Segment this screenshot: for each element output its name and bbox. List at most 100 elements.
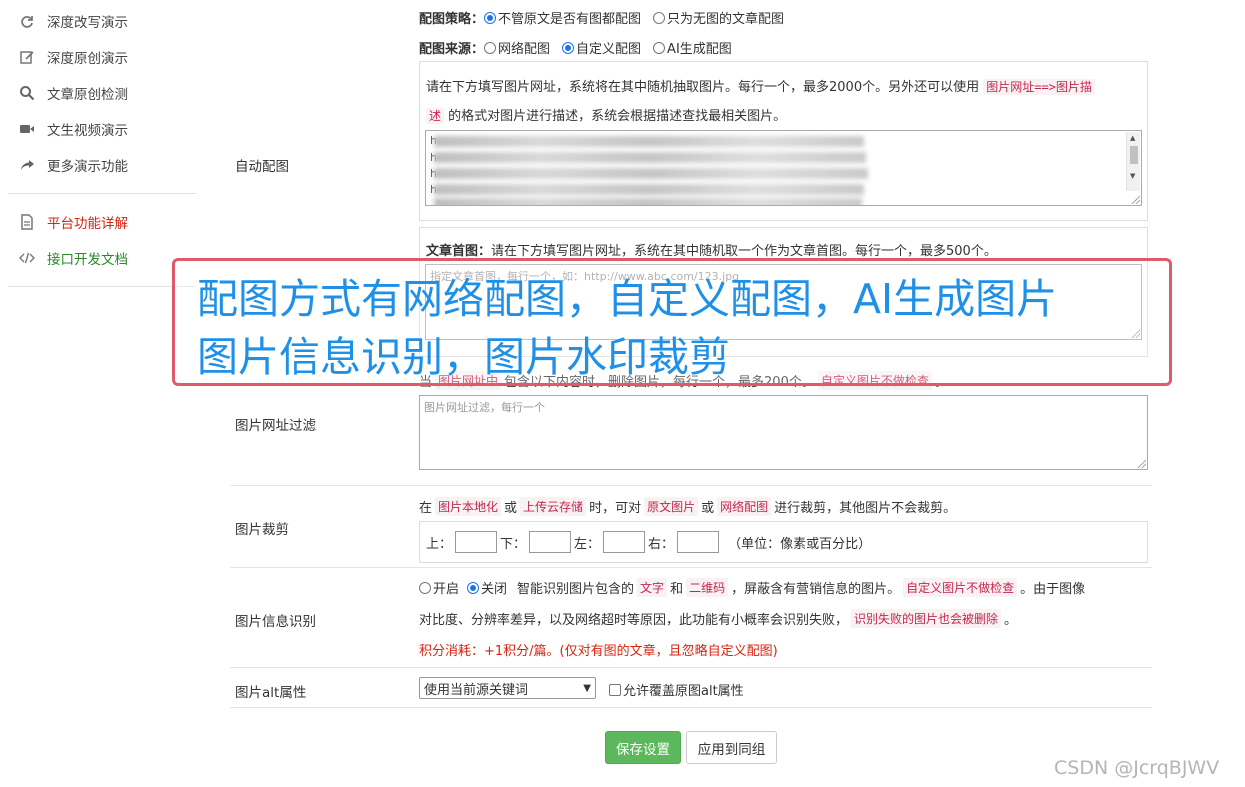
crop-panel: 上： 下： 左： 右： （单位：像素或百分比）: [419, 521, 1148, 563]
sidebar-item-label: 深度原创演示: [47, 51, 128, 67]
recognition-on-label: 开启: [433, 582, 460, 597]
url-filter-placeholder: 图片网址过滤，每行一个: [424, 401, 545, 414]
crop-code-localize: 图片本地化: [435, 497, 502, 516]
code-icon: [18, 249, 36, 267]
row-divider: [230, 707, 1152, 708]
blurred-url: [434, 168, 868, 179]
recognition-code-custom: 自定义图片不做检查: [903, 578, 1018, 597]
save-button[interactable]: 保存设置: [605, 731, 681, 764]
crop-desc: 在 图片本地化 或 上传云存储 时，可对 原文图片 或 网络配图 进行裁剪，其他…: [419, 497, 956, 516]
sidebar-item-video[interactable]: 文生视频演示: [18, 119, 128, 139]
cover-desc-text: 请在下方填写图片网址，系统在其中随机取一个作为文章首图。每行一个，最多500个。: [491, 244, 997, 259]
textarea-scrollbar[interactable]: ▲ ▼: [1126, 132, 1140, 191]
auto-image-desc-text: 请在下方填写图片网址，系统将在其中随机抽取图片。每行一个，最多2000个。另外还…: [426, 80, 980, 95]
url-filter-textarea[interactable]: 图片网址过滤，每行一个: [419, 395, 1148, 470]
crop-top-input[interactable]: [455, 531, 498, 553]
annotation-overlay: 配图方式有网络配图，自定义配图，AI生成图片 图片信息识别，图片水印裁剪: [172, 258, 1172, 386]
scroll-down-icon[interactable]: ▼: [1130, 172, 1135, 180]
sidebar-item-detect[interactable]: 文章原创检测: [18, 83, 128, 103]
watermark: CSDN @JcrqBJWV: [1054, 757, 1220, 779]
annotation-line-2: 图片信息识别，图片水印裁剪: [197, 333, 730, 381]
resize-handle-icon[interactable]: [1130, 194, 1140, 204]
source-row: 配图来源： 网络配图 自定义配图 AI生成配图: [419, 38, 732, 57]
auto-image-label: 自动配图: [235, 159, 289, 175]
auto-image-desc-text-2: 的格式对图片进行描述，系统会根据描述查找最相关图片。: [448, 109, 787, 124]
alt-override: 允许覆盖原图alt属性: [609, 680, 744, 699]
crop-bottom-label: 下：: [500, 536, 527, 552]
resize-handle-icon[interactable]: [1136, 458, 1146, 468]
recognition-line-1: 开启 关闭 智能识别图片包含的 文字 和 二维码 ，屏蔽含有营销信息的图片。 自…: [419, 578, 1085, 597]
crop-desc-end: 进行裁剪，其他图片不会裁剪。: [774, 501, 957, 516]
scroll-thumb[interactable]: [1130, 146, 1138, 164]
strategy-radio-always[interactable]: [484, 11, 497, 24]
alt-override-checkbox[interactable]: [609, 683, 621, 696]
document-icon: [18, 213, 36, 231]
sidebar-link-label: 接口开发文档: [47, 252, 128, 268]
auto-image-code-cont: 述: [426, 108, 445, 124]
source-radio-network[interactable]: [484, 41, 497, 54]
share-icon: [18, 156, 36, 174]
source-option-network: 网络配图: [498, 42, 551, 57]
recognition-on-radio[interactable]: [419, 581, 431, 594]
recognition-off-radio[interactable]: [467, 581, 480, 594]
strategy-option-always: 不管原文是否有图都配图: [498, 12, 642, 27]
chevron-down-icon: ▼: [583, 682, 591, 694]
row-divider: [230, 667, 1152, 668]
sidebar-item-original[interactable]: 深度原创演示: [18, 47, 128, 67]
recognition-code-qr: 二维码: [686, 578, 729, 597]
recognition-off-label: 关闭: [481, 582, 508, 597]
recognition-line-2: 对比度、分辨率差异，以及网络超时等原因，此功能有小概率会识别失败， 识别失败的图…: [419, 609, 1017, 628]
url-filter-label: 图片网址过滤: [235, 418, 316, 434]
sidebar-divider: [8, 286, 196, 287]
blurred-url: [434, 152, 866, 163]
recognition-code-text: 文字: [637, 578, 668, 597]
sidebar-item-rewrite[interactable]: 深度改写演示: [18, 11, 128, 31]
crop-left-input[interactable]: [603, 531, 646, 553]
auto-image-panel: 请在下方填写图片网址，系统将在其中随机抽取图片。每行一个，最多2000个。另外还…: [419, 61, 1148, 221]
crop-desc-mid: 时，可对: [589, 501, 642, 516]
auto-image-desc-1: 请在下方填写图片网址，系统将在其中随机抽取图片。每行一个，最多2000个。另外还…: [426, 76, 1095, 95]
crop-top-label: 上：: [426, 536, 453, 552]
strategy-option-no-image: 只为无图的文章配图: [667, 12, 785, 27]
recognition-code-failed: 识别失败的图片也会被删除: [851, 609, 1002, 628]
source-radio-custom[interactable]: [562, 41, 575, 54]
strategy-label: 配图策略：: [419, 12, 485, 27]
sidebar-item-label: 深度改写演示: [47, 15, 128, 31]
crop-inputs: 上： 下： 左： 右： （单位：像素或百分比）: [426, 531, 871, 553]
alt-source-select[interactable]: 使用当前源关键词 ▼: [419, 677, 596, 699]
blurred-url: [434, 198, 862, 205]
blurred-url: [434, 136, 864, 147]
annotation-line-1: 配图方式有网络配图，自定义配图，AI生成图片: [197, 275, 1058, 323]
crop-bottom-input[interactable]: [529, 531, 572, 553]
recognition-desc-end: 。: [1004, 613, 1018, 628]
blurred-url: [434, 184, 864, 195]
recognition-desc: 智能识别图片包含的: [517, 582, 635, 597]
cover-label: 文章首图：: [426, 244, 492, 259]
crop-right-input[interactable]: [677, 531, 720, 553]
recognition-desc-4: 对比度、分辨率差异，以及网络超时等原因，此功能有小概率会识别失败，: [419, 613, 849, 628]
source-label: 配图来源：: [419, 42, 485, 57]
crop-left-label: 左：: [574, 536, 601, 552]
recognition-desc-2: ，屏蔽含有营销信息的图片。: [731, 582, 901, 597]
crop-or: 或: [504, 501, 518, 516]
source-radio-ai[interactable]: [653, 41, 666, 54]
sidebar-link-label: 平台功能详解: [47, 216, 128, 232]
crop-desc-pre: 在: [419, 501, 433, 516]
strategy-radio-no-image[interactable]: [653, 11, 666, 24]
source-option-custom: 自定义配图: [576, 42, 642, 57]
crop-code-original: 原文图片: [644, 497, 699, 516]
edit-icon: [18, 48, 36, 66]
crop-code-cloud: 上传云存储: [520, 497, 587, 516]
image-url-textarea[interactable]: h h h h ▲ ▼: [425, 130, 1142, 206]
sidebar-link-features[interactable]: 平台功能详解: [18, 212, 128, 232]
crop-label: 图片裁剪: [235, 522, 289, 538]
scroll-up-icon[interactable]: ▲: [1130, 134, 1135, 142]
video-icon: [18, 120, 36, 138]
sidebar-item-label: 更多演示功能: [47, 159, 128, 175]
sidebar-link-api-docs[interactable]: 接口开发文档: [18, 248, 128, 268]
search-icon: [18, 84, 36, 102]
sidebar-item-more[interactable]: 更多演示功能: [18, 155, 128, 175]
crop-unit: （单位：像素或百分比）: [728, 536, 872, 552]
apply-to-group-button[interactable]: 应用到同组: [686, 731, 777, 764]
auto-image-desc-2: 述 的格式对图片进行描述，系统会根据描述查找最相关图片。: [426, 105, 786, 124]
